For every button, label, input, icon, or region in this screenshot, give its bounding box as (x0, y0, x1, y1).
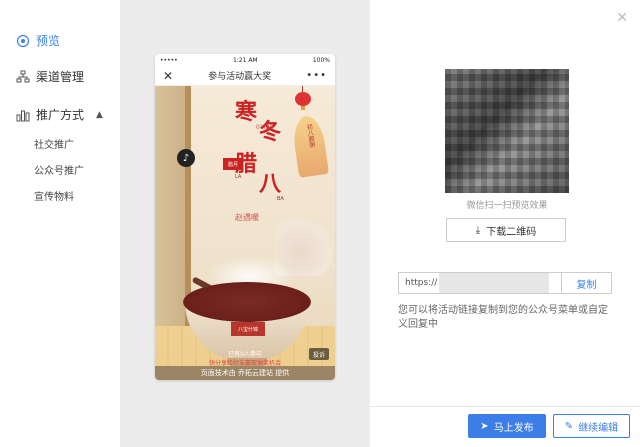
sidebar-subitem-official-account[interactable]: 公众号推广 (34, 162, 84, 177)
sidebar-item-label: 渠道管理 (36, 70, 85, 84)
sidebar-subitem-social[interactable]: 社交推广 (34, 136, 74, 151)
poster-title-char-4: 八 (259, 171, 282, 197)
footer-divider (370, 406, 640, 407)
edit-label: 继续编辑 (578, 422, 619, 434)
sidebar-item-label: 推广方式 (36, 108, 85, 122)
link-hint: 您可以将活动链接复制到您的公众号菜单或自定义回复中 (398, 305, 608, 330)
poster-subtitle: 赵遇暖 (235, 213, 259, 222)
download-label: 下载二维码 (486, 226, 537, 238)
publish-now-button[interactable]: ➤ 马上发布 (468, 414, 546, 438)
sidebar-item-channel[interactable]: 渠道管理 (16, 68, 84, 85)
phone-page-title: 参与活动赢大奖 (208, 72, 272, 82)
activity-link-input[interactable] (399, 273, 561, 293)
poster-la-tag: LA (235, 174, 242, 180)
continue-edit-button[interactable]: ✎ 继续编辑 (553, 414, 630, 438)
link-box: 复制 (398, 272, 612, 294)
report-button[interactable]: 投诉 (309, 348, 329, 360)
signal-icon: ••••• (160, 56, 178, 64)
bowl-label: 八宝什锦 (231, 322, 265, 336)
close-icon[interactable]: ✕ (616, 10, 628, 26)
sidebar-item-label: 预览 (36, 34, 61, 48)
phone-preview: ••••• 1:21 AM 100% ✕ 参与活动赢大奖 ••• 初八腊粥 寒 … (155, 54, 335, 380)
sidebar: 预览 渠道管理 推广方式 ▲ 社交推广 公众号推广 宣传物料 (0, 0, 120, 447)
poster-title-char-1: 寒 (235, 99, 258, 125)
pencil-icon: ✎ (564, 420, 574, 432)
send-icon: ➤ (480, 420, 489, 432)
bowl-porridge (183, 282, 311, 322)
powered-by-footer: 页面技术由 乔拓云建站 提供 (155, 366, 335, 380)
phone-status-bar: ••••• 1:21 AM 100% (155, 54, 335, 66)
sidebar-item-preview[interactable]: 预览 (16, 32, 60, 49)
sidebar-item-promotion[interactable]: 推广方式 ▲ (16, 106, 103, 123)
music-note-icon[interactable]: ♪ (177, 149, 195, 167)
lantern-icon (295, 86, 311, 110)
poster-month-tag: 腊月 (223, 158, 243, 170)
participant-count: 已有0人参与 (228, 351, 262, 358)
poster-date: 01/20 (256, 124, 274, 131)
copy-link-button[interactable]: 复制 (561, 273, 611, 293)
org-chart-icon (16, 70, 30, 84)
qr-caption: 微信扫一扫预览效果 (466, 201, 548, 211)
poster-ba-tag: BA (277, 196, 284, 202)
poster-image: 初八腊粥 寒 冬 腊 八 01/20 腊月 LA BA 赵遇暖 八宝什锦 ♪ 已… (155, 86, 335, 380)
download-icon: ⤓ (475, 224, 481, 236)
publish-label: 马上发布 (493, 422, 534, 434)
close-icon[interactable]: ✕ (163, 69, 173, 83)
phone-title-bar: ✕ 参与活动赢大奖 ••• (155, 66, 335, 86)
fan-decoration: 初八腊粥 (290, 114, 330, 178)
status-time: 1:21 AM (232, 56, 258, 64)
bar-chart-icon (16, 108, 30, 122)
sidebar-subitem-materials[interactable]: 宣传物料 (34, 188, 74, 203)
download-qr-button[interactable]: ⤓ 下载二维码 (446, 218, 566, 242)
eye-icon (16, 34, 30, 48)
window-frame-edge (185, 86, 191, 326)
more-icon[interactable]: ••• (306, 70, 327, 81)
qr-code-image (445, 69, 569, 193)
chevron-up-icon: ▲ (96, 109, 103, 120)
fan-text: 初八腊粥 (304, 123, 316, 149)
battery-text: 100% (312, 56, 330, 64)
